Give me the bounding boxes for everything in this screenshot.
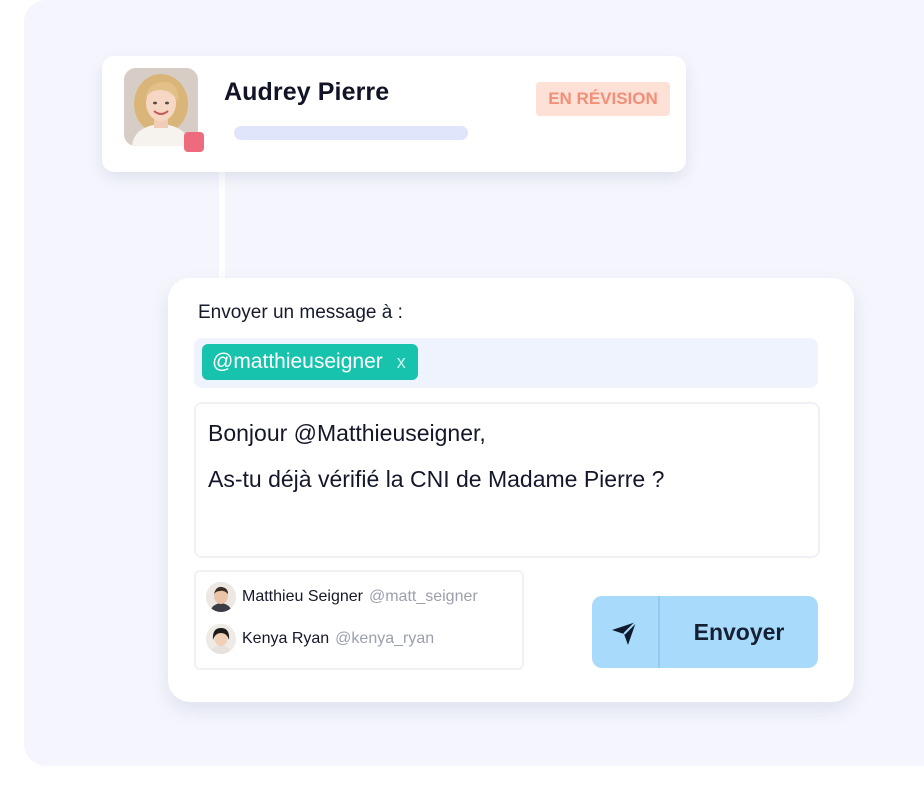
message-card: Envoyer un message à : @matthieuseigner … bbox=[168, 278, 854, 702]
recipient-handle: @matthieuseigner bbox=[212, 350, 383, 373]
send-button[interactable]: Envoyer bbox=[592, 596, 818, 668]
connector-line bbox=[219, 170, 225, 282]
send-to-label: Envoyer un message à : bbox=[198, 302, 403, 323]
mention-suggestions: Matthieu Seigner @matt_seigner Kenya Rya… bbox=[194, 570, 524, 670]
remove-recipient-button[interactable]: x bbox=[397, 344, 406, 380]
paper-plane-icon bbox=[612, 621, 637, 645]
recipient-chip[interactable]: @matthieuseigner x bbox=[202, 344, 418, 380]
send-button-label: Envoyer bbox=[693, 619, 785, 645]
recipient-field[interactable]: @matthieuseigner x bbox=[194, 338, 818, 388]
message-textarea[interactable]: Bonjour @Matthieuseigner, As-tu déjà vér… bbox=[194, 402, 820, 558]
mention-handle: @kenya_ryan bbox=[335, 630, 435, 647]
profile-avatar bbox=[124, 68, 204, 152]
profile-detail-placeholder bbox=[234, 126, 468, 140]
status-badge: EN RÉVISION bbox=[536, 82, 670, 116]
avatar bbox=[206, 624, 236, 654]
mention-suggestion-item[interactable]: Matthieu Seigner @matt_seigner bbox=[206, 582, 478, 612]
profile-name: Audrey Pierre bbox=[224, 78, 390, 106]
mention-handle: @matt_seigner bbox=[368, 588, 478, 605]
message-line: Bonjour @Matthieuseigner, bbox=[208, 420, 486, 446]
message-line: As-tu déjà vérifié la CNI de Madame Pier… bbox=[208, 466, 665, 492]
presence-indicator bbox=[184, 132, 204, 152]
mention-name: Matthieu Seigner bbox=[242, 588, 363, 605]
mention-name: Kenya Ryan bbox=[242, 630, 330, 647]
profile-card: Audrey Pierre EN RÉVISION bbox=[102, 56, 686, 172]
mention-suggestion-item[interactable]: Kenya Ryan @kenya_ryan bbox=[206, 624, 434, 654]
avatar bbox=[206, 582, 236, 612]
